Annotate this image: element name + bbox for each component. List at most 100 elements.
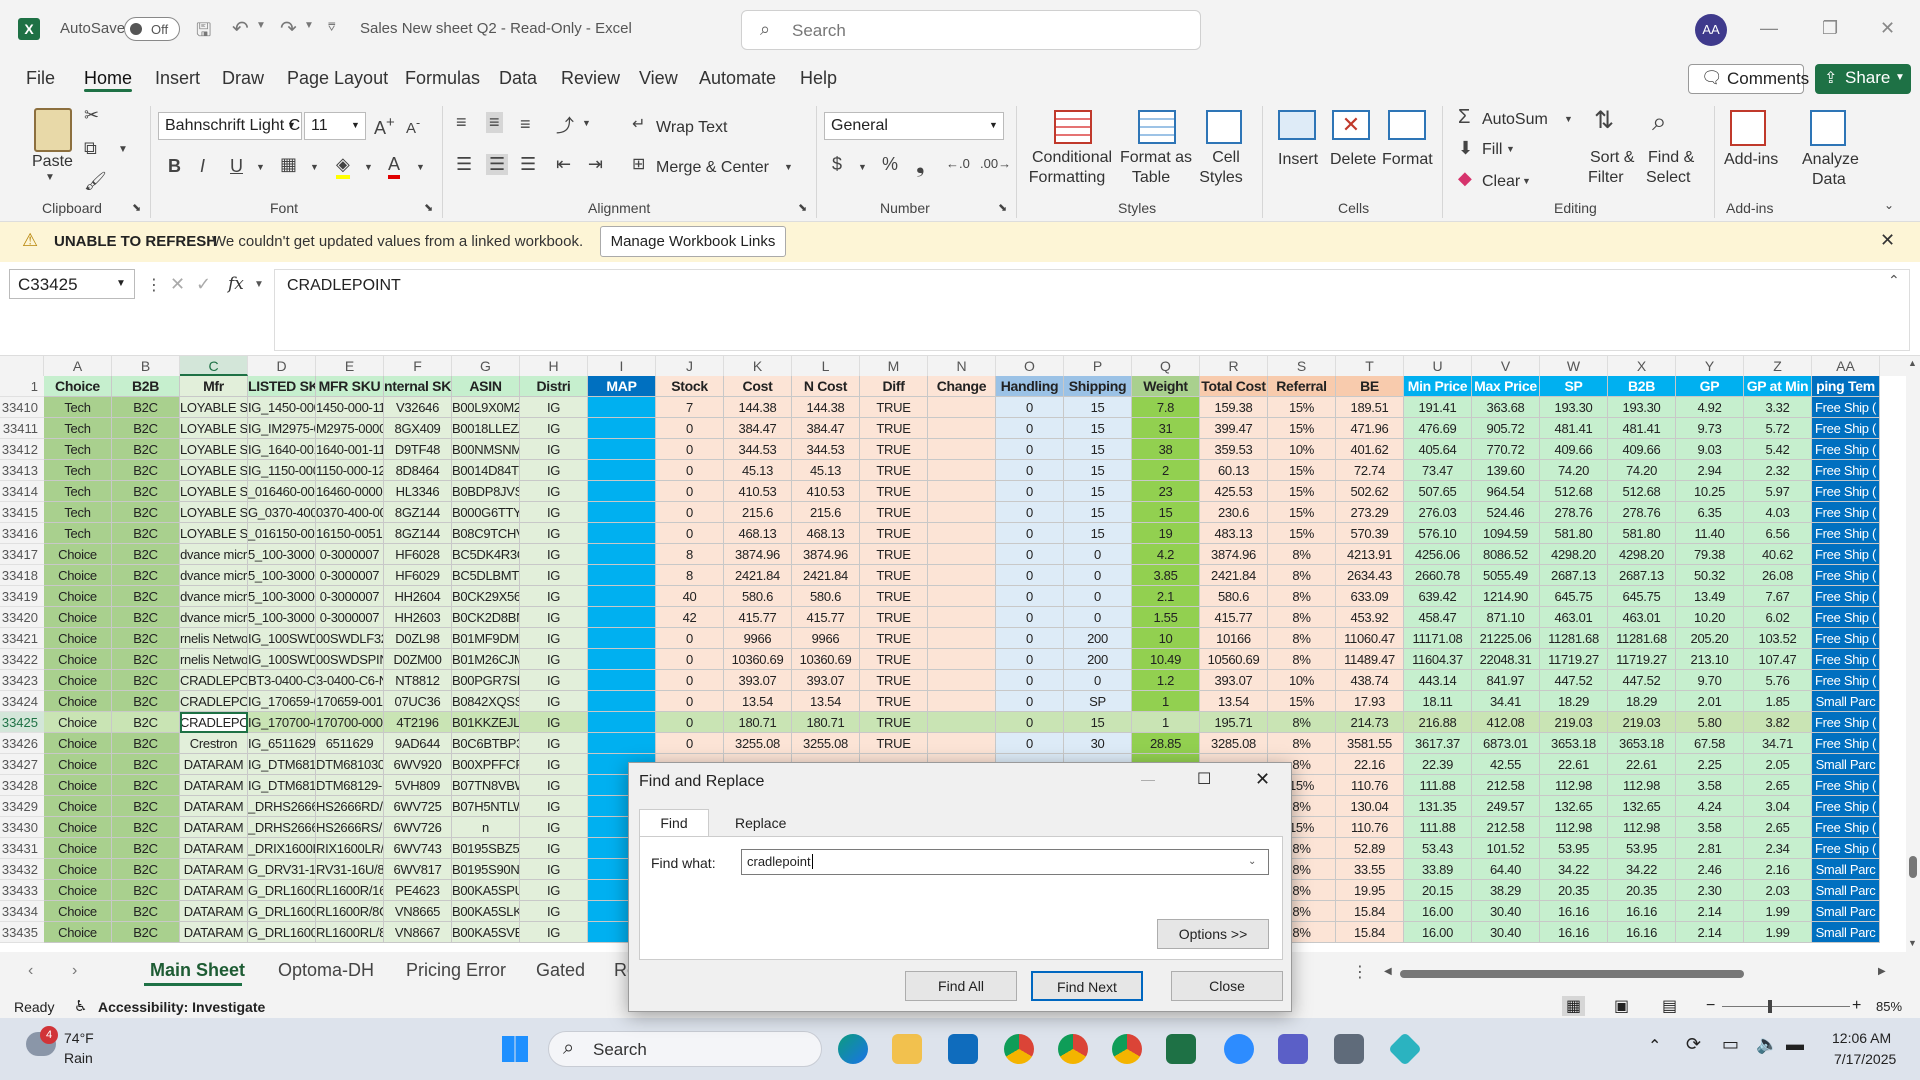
column-title-cell[interactable]: Diff: [860, 376, 928, 397]
fill-color-dropdown-icon[interactable]: ▼: [364, 162, 373, 172]
table-cell[interactable]: 45.13: [724, 460, 792, 481]
table-cell[interactable]: 45.13: [792, 460, 860, 481]
table-cell[interactable]: 10%: [1268, 439, 1336, 460]
table-cell[interactable]: B2C: [112, 712, 180, 733]
conditional-formatting-icon[interactable]: [1054, 110, 1092, 144]
clear-label[interactable]: Clear: [1482, 172, 1520, 191]
table-cell[interactable]: 2.65: [1744, 775, 1812, 796]
table-cell[interactable]: 249.57: [1472, 796, 1540, 817]
table-cell[interactable]: [928, 607, 996, 628]
column-title-cell[interactable]: Distri: [520, 376, 588, 397]
table-cell[interactable]: 0: [996, 691, 1064, 712]
table-cell[interactable]: 30.40: [1472, 901, 1540, 922]
table-cell[interactable]: B08C9TCHV2: [452, 523, 520, 544]
table-cell[interactable]: 15.84: [1336, 901, 1404, 922]
formula-input[interactable]: CRADLEPOINT: [274, 269, 1910, 351]
dialog-maximize-icon[interactable]: ☐: [1197, 769, 1211, 789]
table-cell[interactable]: 22.16: [1336, 754, 1404, 775]
row-header[interactable]: 33434: [0, 901, 44, 922]
table-cell[interactable]: 2421.84: [1200, 565, 1268, 586]
weather-desc[interactable]: Rain: [64, 1050, 93, 1066]
table-cell[interactable]: 33.55: [1336, 859, 1404, 880]
table-cell[interactable]: IG: [520, 817, 588, 838]
table-cell[interactable]: 3255.08: [724, 733, 792, 754]
table-cell[interactable]: [588, 691, 656, 712]
table-cell[interactable]: [928, 712, 996, 733]
table-cell[interactable]: Crestron: [180, 733, 248, 754]
column-title-cell[interactable]: Referral: [1268, 376, 1336, 397]
table-cell[interactable]: 40.62: [1744, 544, 1812, 565]
horizontal-scroll-thumb[interactable]: [1400, 970, 1744, 978]
table-cell[interactable]: 11060.47: [1336, 628, 1404, 649]
column-header-q[interactable]: Q: [1132, 356, 1200, 376]
table-cell[interactable]: 111.88: [1404, 817, 1472, 838]
table-cell[interactable]: 0: [1064, 607, 1132, 628]
table-cell[interactable]: D0ZL98: [384, 628, 452, 649]
table-cell[interactable]: 5_100-3000007: [248, 607, 316, 628]
table-cell[interactable]: Choice: [44, 607, 112, 628]
table-cell[interactable]: 2.30: [1676, 880, 1744, 901]
table-cell[interactable]: RIX1600LR/32: [316, 838, 384, 859]
table-cell[interactable]: 53.95: [1608, 838, 1676, 859]
table-cell[interactable]: Tech: [44, 418, 112, 439]
table-cell[interactable]: 10: [1132, 628, 1200, 649]
table-cell[interactable]: 22.39: [1404, 754, 1472, 775]
table-cell[interactable]: Choice: [44, 544, 112, 565]
table-cell[interactable]: 189.51: [1336, 397, 1404, 418]
table-cell[interactable]: 4298.20: [1608, 544, 1676, 565]
table-cell[interactable]: 4.24: [1676, 796, 1744, 817]
underline-dropdown-icon[interactable]: ▼: [256, 162, 265, 172]
table-cell[interactable]: [588, 607, 656, 628]
table-cell[interactable]: 111.88: [1404, 775, 1472, 796]
table-cell[interactable]: 1: [1132, 712, 1200, 733]
table-cell[interactable]: Small Parc: [1812, 922, 1880, 943]
analyze-data-icon[interactable]: [1810, 110, 1846, 146]
table-cell[interactable]: Choice: [44, 775, 112, 796]
table-cell[interactable]: rnelis Netwo: [180, 649, 248, 670]
table-cell[interactable]: 20.15: [1404, 880, 1472, 901]
table-cell[interactable]: 415.77: [724, 607, 792, 628]
table-cell[interactable]: Free Ship (: [1812, 733, 1880, 754]
find-select-icon[interactable]: ⌕: [1652, 106, 1667, 138]
table-cell[interactable]: [928, 649, 996, 670]
table-cell[interactable]: 581.80: [1540, 523, 1608, 544]
table-cell[interactable]: 570.39: [1336, 523, 1404, 544]
table-cell[interactable]: 580.6: [1200, 586, 1268, 607]
orientation-dropdown-icon[interactable]: ▼: [582, 118, 591, 128]
insert-function-icon[interactable]: fx: [228, 274, 244, 294]
table-cell[interactable]: HF6029: [384, 565, 452, 586]
table-cell[interactable]: 1.99: [1744, 922, 1812, 943]
table-cell[interactable]: DATARAM: [180, 922, 248, 943]
table-cell[interactable]: B2C: [112, 880, 180, 901]
table-cell[interactable]: 16.16: [1608, 922, 1676, 943]
table-cell[interactable]: Choice: [44, 880, 112, 901]
table-cell[interactable]: 132.65: [1608, 796, 1676, 817]
table-cell[interactable]: [928, 397, 996, 418]
column-title-cell[interactable]: Change: [928, 376, 996, 397]
fill-color-icon[interactable]: ◈: [336, 154, 350, 179]
table-cell[interactable]: 3.04: [1744, 796, 1812, 817]
table-cell[interactable]: 132.65: [1540, 796, 1608, 817]
row-header[interactable]: 33412: [0, 439, 44, 460]
table-cell[interactable]: 219.03: [1608, 712, 1676, 733]
table-cell[interactable]: TRUE: [860, 439, 928, 460]
table-cell[interactable]: 0: [656, 439, 724, 460]
table-cell[interactable]: _DRIX1600LR/32: [248, 838, 316, 859]
table-cell[interactable]: 2660.78: [1404, 565, 1472, 586]
table-cell[interactable]: 11.40: [1676, 523, 1744, 544]
table-cell[interactable]: B000G6TTY6: [452, 502, 520, 523]
table-cell[interactable]: IG_170700-000: [248, 712, 316, 733]
chevron-down-icon[interactable]: ▼: [254, 279, 264, 290]
table-cell[interactable]: Tech: [44, 397, 112, 418]
table-cell[interactable]: 0: [656, 418, 724, 439]
table-cell[interactable]: Free Ship (: [1812, 628, 1880, 649]
table-cell[interactable]: 15: [1064, 523, 1132, 544]
table-cell[interactable]: 16460-0000-1: [316, 481, 384, 502]
table-cell[interactable]: dvance micr: [180, 607, 248, 628]
table-cell[interactable]: IG: [520, 397, 588, 418]
redo-icon[interactable]: ↷: [280, 16, 297, 41]
zoom-level[interactable]: 85%: [1876, 999, 1902, 1014]
table-cell[interactable]: B00KA5SLKQ: [452, 901, 520, 922]
table-cell[interactable]: [928, 670, 996, 691]
table-cell[interactable]: 72.74: [1336, 460, 1404, 481]
